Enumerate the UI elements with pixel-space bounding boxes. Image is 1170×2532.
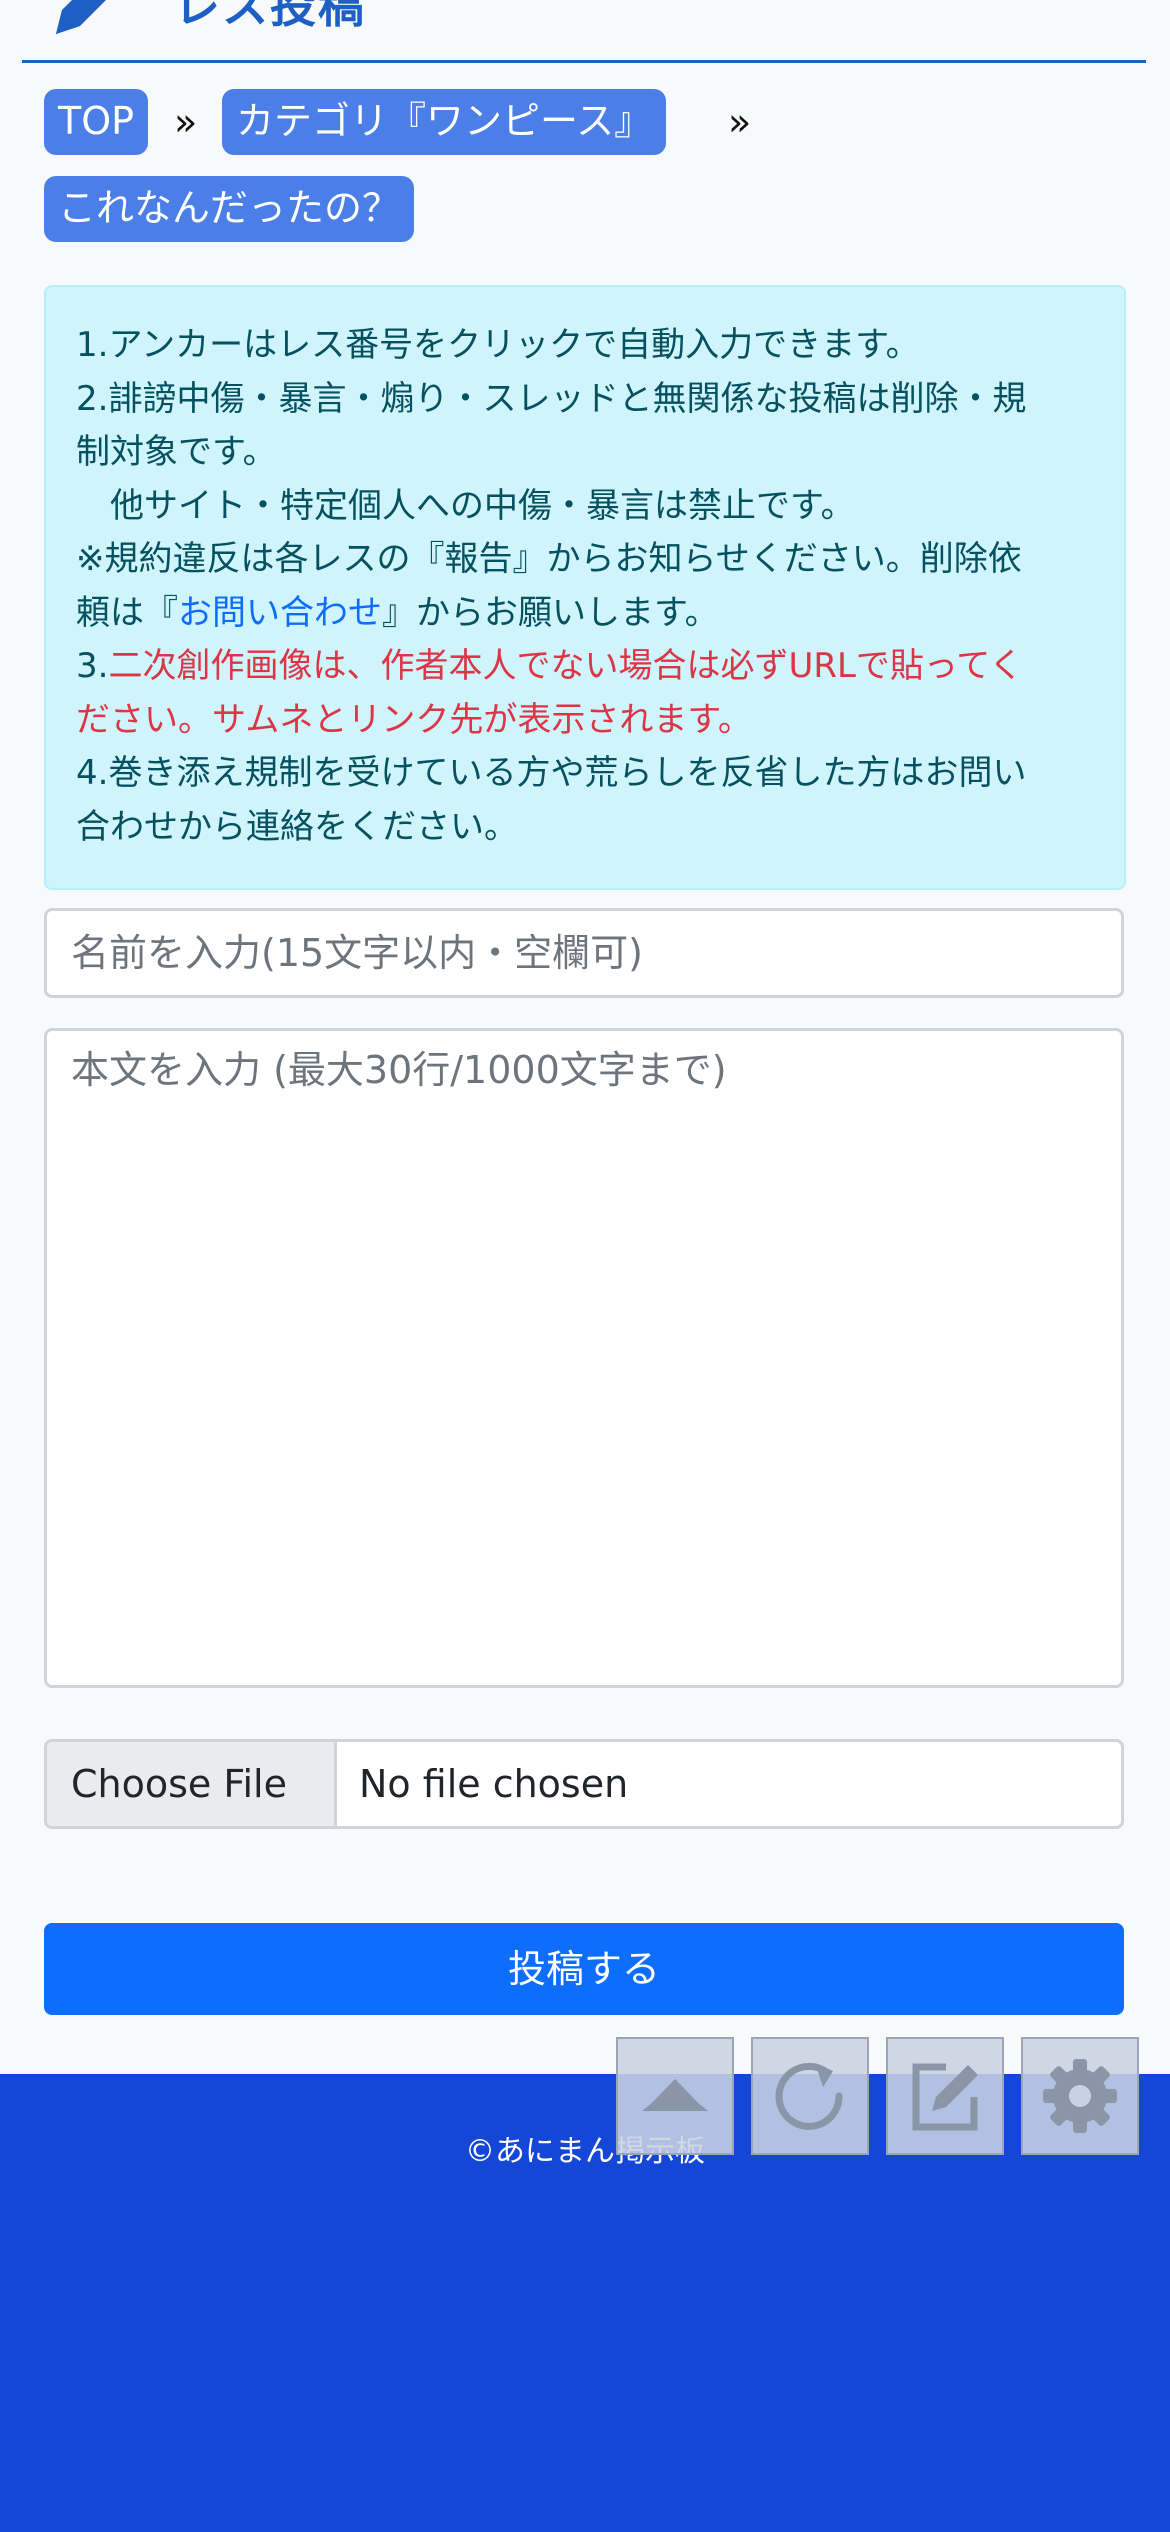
name-input[interactable] — [44, 908, 1124, 998]
choose-file-button[interactable]: Choose File — [47, 1742, 337, 1826]
notice-text: 頼は『 — [76, 592, 178, 633]
section-title: レス投稿 — [174, 0, 366, 33]
scroll-top-button[interactable] — [616, 2037, 734, 2155]
page-content: レス投稿 TOP » カテゴリ『ワンピース』 » これなんだったの？ 1.アンカ… — [0, 0, 1170, 2074]
reload-icon — [775, 2062, 843, 2130]
breadcrumb-top-link[interactable]: TOP — [44, 89, 149, 155]
notice-line: ※規約違反は各レスの『報告』からお知らせください。削除依 — [76, 539, 1022, 579]
breadcrumb-category-link[interactable]: カテゴリ『ワンピース』 — [222, 89, 667, 155]
settings-button[interactable] — [1021, 2037, 1139, 2155]
notice-warning-text: 二次創作画像は、作者本人でない場合は必ずURLで貼ってく — [108, 646, 1024, 686]
edit-icon — [912, 2063, 978, 2131]
notice-text: 3. — [76, 646, 109, 686]
notice-line: 3.二次創作画像は、作者本人でない場合は必ずURLで貼ってく — [76, 640, 1094, 694]
section-header: レス投稿 — [22, 0, 1146, 63]
submit-button[interactable]: 投稿する — [44, 1923, 1124, 2015]
notice-line: 合わせから連絡をください。 — [76, 806, 518, 847]
notice-line: 4.巻き添え規制を受けている方や荒らしを反省した方はお問い — [76, 753, 1027, 793]
notice-line: 頼は『お問い合わせ』からお願いします。 — [76, 587, 1094, 641]
contact-link[interactable]: お問い合わせ — [178, 593, 382, 633]
breadcrumb-separator: » — [174, 100, 198, 144]
body-textarea[interactable] — [44, 1028, 1124, 1688]
gear-icon — [1043, 2059, 1117, 2133]
notice-warning-text: ださい。サムネとリンク先が表示されます。 — [76, 699, 752, 740]
file-input[interactable]: Choose File No file chosen — [44, 1739, 1124, 1829]
notice-line: 制対象です。 — [76, 432, 277, 472]
pencil-icon — [56, 0, 106, 34]
notice-text: 』からお願いします。 — [382, 592, 719, 633]
compose-button[interactable] — [886, 2037, 1004, 2155]
breadcrumb-separator: » — [728, 100, 752, 144]
triangle-up-icon — [642, 2079, 708, 2111]
notice-box: 1.アンカーはレス番号をクリックで自動入力できます。 2.誹謗中傷・暴言・煽り・… — [44, 285, 1126, 890]
notice-line: 1.アンカーはレス番号をクリックで自動入力できます。 — [76, 325, 920, 365]
breadcrumb-thread-link[interactable]: これなんだったの？ — [44, 176, 415, 242]
notice-line: 2.誹謗中傷・暴言・煽り・スレッドと無関係な投稿は削除・規 — [76, 378, 1027, 419]
file-status-text: No file chosen — [359, 1762, 629, 1806]
reload-button[interactable] — [751, 2037, 869, 2155]
notice-line: 他サイト・特定個人への中傷・暴言は禁止です。 — [76, 485, 855, 526]
